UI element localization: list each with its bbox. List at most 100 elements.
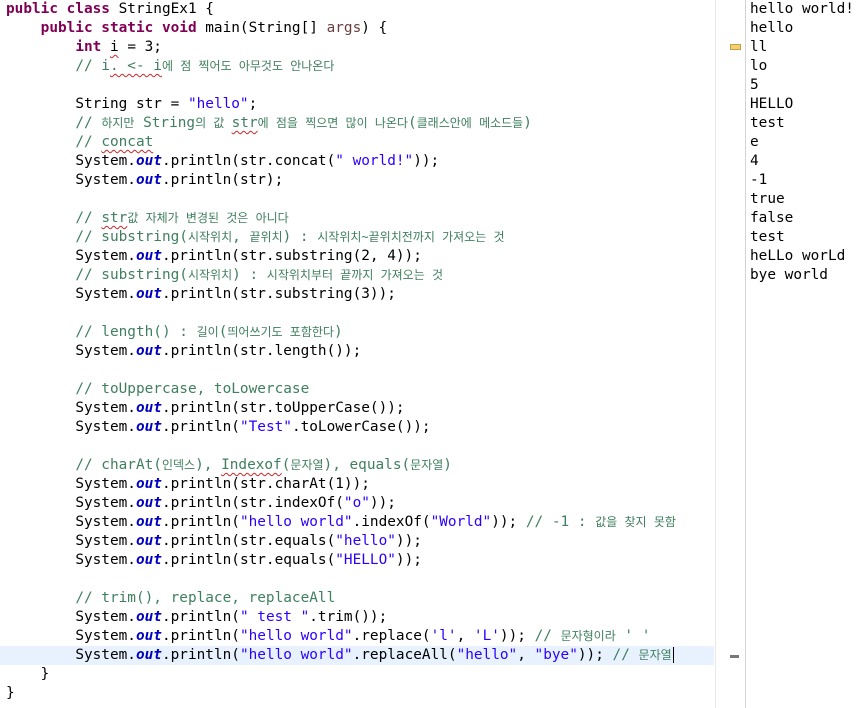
console-line: e [750, 134, 759, 150]
code-line-9[interactable]: System.out.println(str.concat(" world!")… [6, 152, 439, 171]
comment: // [534, 628, 561, 644]
code-line-1[interactable]: public class StringEx1 { [6, 0, 214, 19]
console-line: HELLO [750, 96, 794, 112]
code-line-18[interactable]: // length() : 길이(띄어쓰기도 포함한다) [6, 323, 342, 342]
code-text: )); [499, 628, 535, 644]
code-text: System. [75, 172, 136, 188]
comment: ) : [232, 267, 267, 283]
comment: // trim(), replace, replaceAll [75, 590, 336, 606]
code-line-13[interactable]: // substring(시작위치, 끝위치) : 시작위치~끝위치전까지 가져… [6, 228, 504, 247]
static-field: out [135, 514, 162, 530]
code-line-14[interactable]: System.out.println(str.substring(2, 4)); [6, 247, 422, 266]
console-line: heLLo worLd [750, 248, 846, 264]
console-line: test [750, 115, 785, 131]
code-text: ; [248, 96, 258, 112]
code-line-10[interactable]: System.out.println(str); [6, 171, 283, 190]
current-line-marker-icon[interactable] [730, 655, 739, 658]
string-literal: "hello world" [239, 628, 353, 644]
code-text: System. [75, 286, 136, 302]
code-line-19[interactable]: System.out.println(str.length()); [6, 342, 361, 361]
overview-ruler[interactable] [715, 0, 746, 708]
string-literal: "hello world" [239, 514, 353, 530]
code-line-12[interactable]: // str값 자체가 변경된 것은 아니다 [6, 209, 288, 228]
code-line-16[interactable]: System.out.println(str.substring(3)); [6, 285, 396, 304]
comment: ) : [282, 229, 318, 245]
code-text: , [517, 647, 535, 663]
comment: , [232, 229, 250, 245]
char-literal: 'l' [430, 628, 457, 644]
comment: // toUppercase, toLowercase [75, 381, 310, 397]
code-line-29[interactable]: System.out.println(str.equals("hello")); [6, 532, 422, 551]
comment-underlined: str [231, 115, 258, 131]
code-text: .println( [161, 514, 240, 530]
code-line-33[interactable]: System.out.println(" test ".trim()); [6, 608, 387, 627]
comment: 시작위치 [187, 230, 233, 244]
code-text: main(String[] [196, 20, 327, 36]
code-text: .println( [161, 419, 240, 435]
code-text: .println(str.substring(2, 4)); [161, 248, 422, 264]
code-line-23[interactable]: System.out.println("Test".toLowerCase())… [6, 418, 430, 437]
comment: String [134, 115, 196, 131]
code-text: )); [395, 533, 422, 549]
console-line: lo [750, 58, 768, 74]
console-line: 5 [750, 77, 759, 93]
static-field: out [135, 552, 162, 568]
static-field: out [135, 419, 162, 435]
code-line-6[interactable]: String str = "hello"; [6, 95, 257, 114]
code-line-32[interactable]: // trim(), replace, replaceAll [6, 589, 335, 608]
code-line-3[interactable]: int i = 3; [6, 38, 162, 57]
code-text: .println(str.concat( [161, 153, 336, 169]
code-line-7[interactable]: // 하지만 String의 값 str에 점을 찍으면 많이 나온다(클래스안… [6, 114, 532, 133]
warning-marker-icon[interactable] [730, 44, 741, 50]
comment: 클래스안에 메소드들 [416, 116, 524, 130]
code-text: .trim()); [309, 609, 388, 625]
code-line-27[interactable]: System.out.println(str.indexOf("o")); [6, 494, 396, 513]
code-line-26[interactable]: System.out.println(str.charAt(1)); [6, 475, 370, 494]
code-line-36[interactable]: } [6, 665, 50, 684]
code-text: )); [395, 552, 422, 568]
code-line-2[interactable]: public static void main(String[] args) { [6, 19, 388, 38]
string-literal: "o" [343, 495, 370, 511]
code-line-37[interactable]: } [6, 684, 15, 703]
console-line: hello [750, 20, 794, 36]
code-line-34[interactable]: System.out.println("hello world".replace… [6, 627, 650, 646]
code-line-35[interactable]: System.out.println("hello world".replace… [6, 646, 675, 665]
comment: // [612, 647, 639, 663]
warning-variable: i [109, 39, 119, 55]
static-field: out [135, 628, 162, 644]
code-line-28[interactable]: System.out.println("hello world".indexOf… [6, 513, 676, 532]
code-editor[interactable]: public class StringEx1 { public static v… [0, 0, 714, 708]
code-text: System. [75, 628, 136, 644]
code-text: System. [75, 647, 136, 663]
static-field: out [135, 400, 162, 416]
comment-underlined: concat [101, 134, 154, 150]
code-text: )); [577, 647, 613, 663]
code-line-21[interactable]: // toUppercase, toLowercase [6, 380, 309, 399]
comment: 하지만 [101, 116, 135, 130]
comment-underlined: Indexof [221, 457, 282, 473]
comment: 문자열 [410, 458, 444, 472]
code-text: )); [413, 153, 440, 169]
string-literal: " test " [239, 609, 310, 625]
static-field: out [135, 609, 162, 625]
static-field: out [135, 248, 162, 264]
code-text: .println(str.charAt(1)); [161, 476, 370, 492]
code-line-30[interactable]: System.out.println(str.equals("HELLO")); [6, 551, 422, 570]
comment: 문자열 [290, 458, 324, 472]
static-field: out [135, 495, 162, 511]
comment: ' ' [615, 628, 651, 644]
string-literal: "bye" [534, 647, 578, 663]
code-line-25[interactable]: // charAt(인덱스), Indexof(문자열), equals(문자열… [6, 456, 452, 475]
comment: ) [443, 457, 452, 473]
code-text: .println(str.indexOf( [161, 495, 344, 511]
char-literal: 'L' [473, 628, 500, 644]
console-output[interactable]: hello world! hello ll lo 5 HELLO test e … [746, 0, 860, 708]
console-line: test [750, 229, 785, 245]
comment: 끝위치 [249, 230, 283, 244]
comment: ) [523, 115, 532, 131]
code-text: StringEx1 { [109, 1, 214, 17]
code-line-22[interactable]: System.out.println(str.toUpperCase()); [6, 399, 404, 418]
code-line-8[interactable]: // concat [6, 133, 153, 152]
code-line-15[interactable]: // substring(시작위치) : 시작위치부터 끝까지 가져오는 것 [6, 266, 443, 285]
code-line-4[interactable]: // i. <- i에 점 찍어도 아무것도 안나온다 [6, 57, 334, 76]
